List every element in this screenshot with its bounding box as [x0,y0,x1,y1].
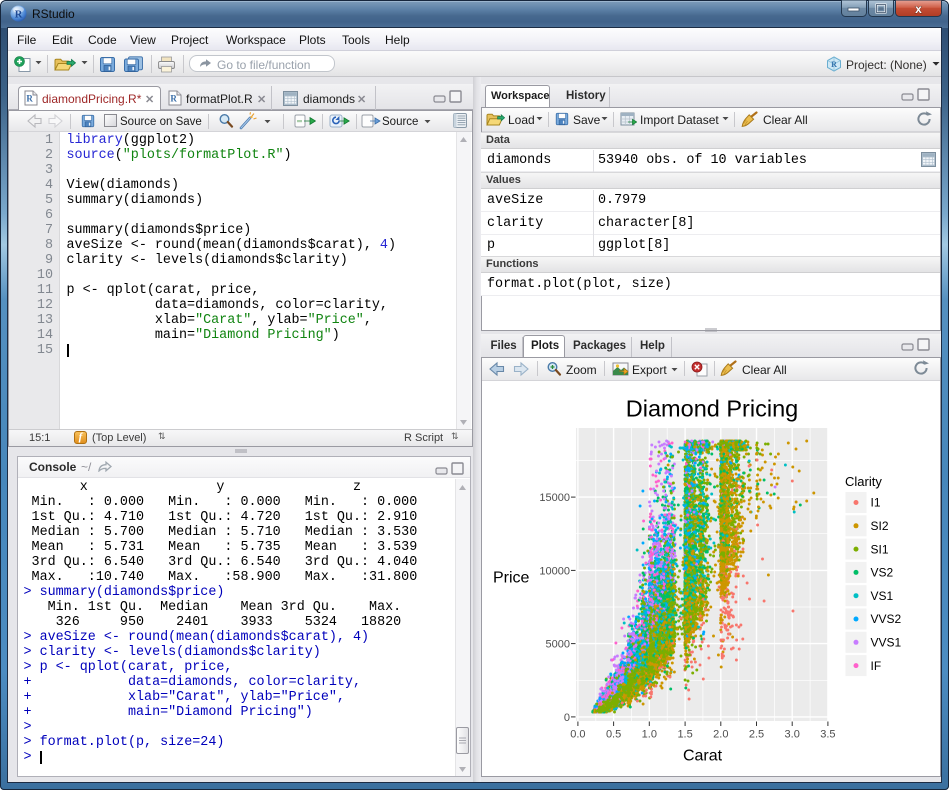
svg-text:0: 0 [564,712,570,724]
svg-text:SI1: SI1 [871,542,889,556]
svg-text:2.0: 2.0 [713,729,728,741]
svg-text:VVS2: VVS2 [871,612,902,626]
svg-text:VVS1: VVS1 [871,636,902,650]
svg-text:Price: Price [493,570,530,587]
svg-text:15000: 15000 [539,492,570,504]
svg-text:VS2: VS2 [871,566,894,580]
svg-text:I1: I1 [871,496,881,510]
svg-text:Carat: Carat [683,748,723,765]
svg-text:0.0: 0.0 [570,729,585,741]
svg-text:Clarity: Clarity [845,474,882,489]
svg-text:3.0: 3.0 [785,729,800,741]
svg-text:1.0: 1.0 [642,729,657,741]
svg-text:IF: IF [871,659,882,673]
svg-text:0.5: 0.5 [606,729,621,741]
svg-text:10000: 10000 [539,565,570,577]
svg-text:1.5: 1.5 [677,729,692,741]
svg-text:Diamond Pricing: Diamond Pricing [626,396,798,422]
svg-text:2.5: 2.5 [749,729,764,741]
svg-text:5000: 5000 [546,639,570,651]
svg-text:3.5: 3.5 [820,729,835,741]
svg-text:SI2: SI2 [871,519,889,533]
svg-text:VS1: VS1 [871,589,894,603]
